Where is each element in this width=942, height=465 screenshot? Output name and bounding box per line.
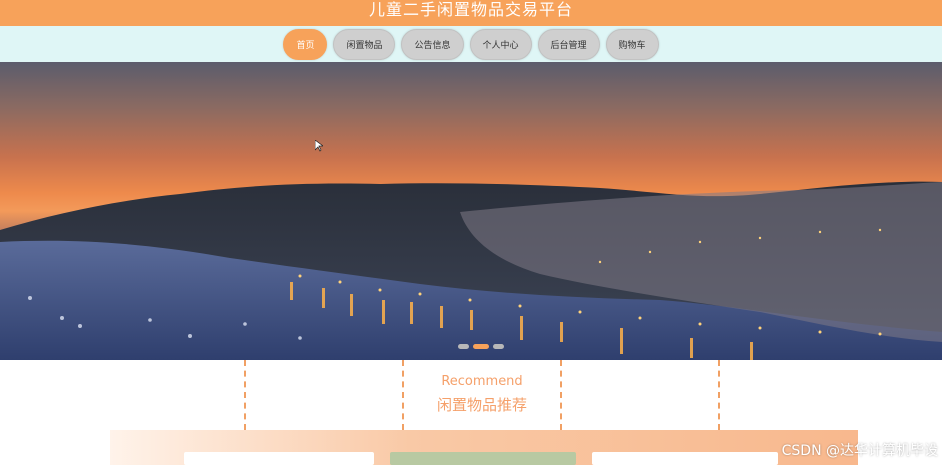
product-card[interactable]: [390, 452, 576, 465]
recommend-section-header: Recommend 闲置物品推荐: [0, 360, 942, 430]
hero-carousel[interactable]: [0, 62, 942, 360]
main-nav: 首页 闲置物品 公告信息 个人中心 后台管理 购物车: [0, 26, 942, 62]
divider-line: [244, 360, 246, 430]
recommend-title-en: Recommend: [441, 374, 523, 389]
product-card[interactable]: [184, 452, 374, 465]
carousel-dot-2[interactable]: [473, 344, 489, 349]
csdn-watermark: CSDN @达华计算机毕设: [781, 443, 938, 459]
carousel-indicators: [458, 344, 504, 349]
header-bar: 儿童二手闲置物品交易平台: [0, 0, 942, 26]
nav-item-admin[interactable]: 后台管理: [537, 28, 600, 60]
nav-item-home[interactable]: 首页: [283, 28, 328, 60]
carousel-dot-1[interactable]: [458, 344, 469, 349]
nav-item-cart[interactable]: 购物车: [605, 28, 659, 60]
nav-item-announcements[interactable]: 公告信息: [401, 28, 464, 60]
divider-line: [718, 360, 720, 430]
recommend-title-cn: 闲置物品推荐: [436, 396, 527, 414]
harbor-town-image: [0, 181, 942, 360]
site-title: 儿童二手闲置物品交易平台: [368, 0, 573, 19]
nav-item-personal-center[interactable]: 个人中心: [469, 28, 532, 60]
nav-item-idle-items[interactable]: 闲置物品: [333, 28, 396, 60]
mouse-cursor-icon: [315, 140, 323, 152]
carousel-dot-3[interactable]: [493, 344, 504, 349]
